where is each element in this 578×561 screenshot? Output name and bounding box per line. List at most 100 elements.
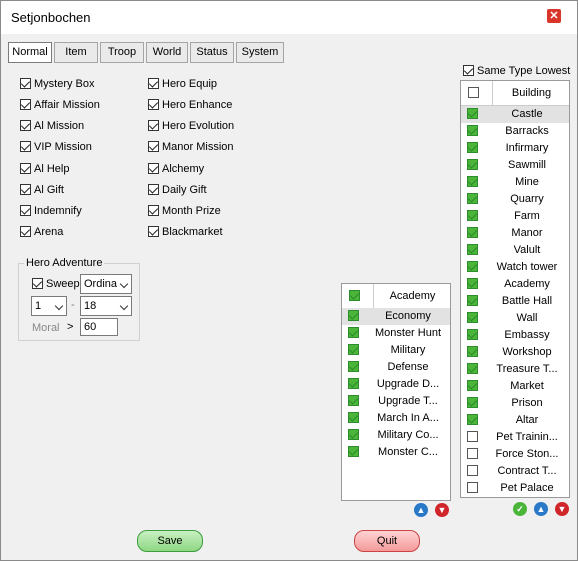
- option-blackmarket[interactable]: Blackmarket: [148, 224, 223, 240]
- option-daily-gift[interactable]: Daily Gift: [148, 182, 207, 198]
- morale-input[interactable]: 60: [80, 318, 118, 336]
- list-item[interactable]: Military Co...: [342, 427, 450, 444]
- checkbox[interactable]: [467, 176, 478, 187]
- checkbox[interactable]: [467, 278, 478, 289]
- checkbox[interactable]: [467, 125, 478, 136]
- checkbox[interactable]: [467, 244, 478, 255]
- range-to-select[interactable]: 18: [80, 296, 132, 316]
- checkbox[interactable]: [348, 310, 359, 321]
- checkbox[interactable]: [148, 162, 159, 174]
- checkbox[interactable]: [467, 329, 478, 340]
- list-item[interactable]: Wall: [461, 310, 569, 327]
- checkbox[interactable]: [348, 378, 359, 389]
- option-al-help[interactable]: Al Help: [20, 161, 69, 177]
- list-item[interactable]: Monster Hunt: [342, 325, 450, 342]
- checkbox[interactable]: [148, 77, 159, 89]
- list-item[interactable]: Prison: [461, 395, 569, 412]
- checkbox[interactable]: [148, 225, 159, 237]
- list-item[interactable]: Mine: [461, 174, 569, 191]
- list-item[interactable]: Upgrade D...: [342, 376, 450, 393]
- option-al-gift[interactable]: Al Gift: [20, 182, 64, 198]
- list-item[interactable]: Treasure T...: [461, 361, 569, 378]
- list-item[interactable]: Market: [461, 378, 569, 395]
- building-list[interactable]: Building Castle Barracks Infirmary Sawmi…: [460, 80, 570, 498]
- checkbox[interactable]: [20, 98, 31, 110]
- list-item[interactable]: Valult: [461, 242, 569, 259]
- checkbox[interactable]: [348, 395, 359, 406]
- checkbox[interactable]: [463, 64, 474, 76]
- checkbox[interactable]: [467, 295, 478, 306]
- list-item[interactable]: Pet Trainin...: [461, 429, 569, 446]
- option-month-prize[interactable]: Month Prize: [148, 203, 221, 219]
- list-item[interactable]: March In A...: [342, 410, 450, 427]
- checkbox[interactable]: [348, 361, 359, 372]
- option-vip-mission[interactable]: VIP Mission: [20, 139, 92, 155]
- list-item[interactable]: Quarry: [461, 191, 569, 208]
- list-item[interactable]: Barracks: [461, 123, 569, 140]
- list-item[interactable]: Pet Palace: [461, 480, 569, 497]
- checkbox[interactable]: [32, 277, 43, 289]
- checkbox[interactable]: [20, 162, 31, 174]
- list-item[interactable]: Infirmary: [461, 140, 569, 157]
- option-affair-mission[interactable]: Affair Mission: [20, 97, 100, 113]
- checkbox[interactable]: [467, 261, 478, 272]
- checkbox[interactable]: [348, 429, 359, 440]
- checkbox[interactable]: [148, 119, 159, 131]
- list-item[interactable]: Embassy: [461, 327, 569, 344]
- checkbox[interactable]: [467, 227, 478, 238]
- checkbox[interactable]: [467, 193, 478, 204]
- checkbox[interactable]: [148, 204, 159, 216]
- list-item[interactable]: Force Ston...: [461, 446, 569, 463]
- list-item[interactable]: Manor: [461, 225, 569, 242]
- tab-troop[interactable]: Troop: [100, 42, 144, 63]
- list-item[interactable]: Academy: [461, 276, 569, 293]
- checkbox[interactable]: [20, 140, 31, 152]
- checkbox[interactable]: [467, 142, 478, 153]
- checkbox[interactable]: [467, 210, 478, 221]
- list-item[interactable]: Economy: [342, 308, 450, 325]
- building-move-down-icon[interactable]: ▼: [555, 502, 569, 516]
- list-item[interactable]: Watch tower: [461, 259, 569, 276]
- checkbox[interactable]: [348, 412, 359, 423]
- list-item[interactable]: Farm: [461, 208, 569, 225]
- checkbox[interactable]: [348, 344, 359, 355]
- option-hero-equip[interactable]: Hero Equip: [148, 76, 217, 92]
- list-item[interactable]: Altar: [461, 412, 569, 429]
- list-item[interactable]: Monster C...: [342, 444, 450, 461]
- checkbox[interactable]: [20, 225, 31, 237]
- checkbox[interactable]: [467, 363, 478, 374]
- tab-world[interactable]: World: [146, 42, 188, 63]
- checkbox[interactable]: [467, 312, 478, 323]
- checkbox[interactable]: [20, 204, 31, 216]
- tab-item[interactable]: Item: [54, 42, 98, 63]
- checkbox[interactable]: [467, 397, 478, 408]
- list-item[interactable]: Military: [342, 342, 450, 359]
- tab-system[interactable]: System: [236, 42, 284, 63]
- checkbox[interactable]: [20, 119, 31, 131]
- same-type-lowest-option[interactable]: Same Type Lowest: [463, 63, 570, 79]
- option-arena[interactable]: Arena: [20, 224, 63, 240]
- checkbox[interactable]: [467, 448, 478, 459]
- list-item[interactable]: Battle Hall: [461, 293, 569, 310]
- checkbox[interactable]: [467, 159, 478, 170]
- list-item[interactable]: Upgrade T...: [342, 393, 450, 410]
- option-indemnify[interactable]: Indemnify: [20, 203, 82, 219]
- mode-select[interactable]: Ordina: [80, 274, 132, 294]
- checkbox[interactable]: [148, 98, 159, 110]
- tab-normal[interactable]: Normal: [8, 42, 52, 63]
- option-al-mission[interactable]: Al Mission: [20, 118, 84, 134]
- quit-button[interactable]: Quit: [354, 530, 420, 552]
- checkbox[interactable]: [467, 380, 478, 391]
- range-from-select[interactable]: 1: [31, 296, 67, 316]
- checkbox[interactable]: [467, 482, 478, 493]
- checkbox[interactable]: [467, 465, 478, 476]
- option-hero-enhance[interactable]: Hero Enhance: [148, 97, 232, 113]
- checkbox[interactable]: [467, 346, 478, 357]
- close-icon[interactable]: ✕: [547, 9, 561, 23]
- building-move-up-icon[interactable]: ▲: [534, 502, 548, 516]
- list-item[interactable]: Defense: [342, 359, 450, 376]
- option-hero-evolution[interactable]: Hero Evolution: [148, 118, 234, 134]
- checkbox[interactable]: [467, 431, 478, 442]
- tab-status[interactable]: Status: [190, 42, 234, 63]
- checkbox[interactable]: [348, 446, 359, 457]
